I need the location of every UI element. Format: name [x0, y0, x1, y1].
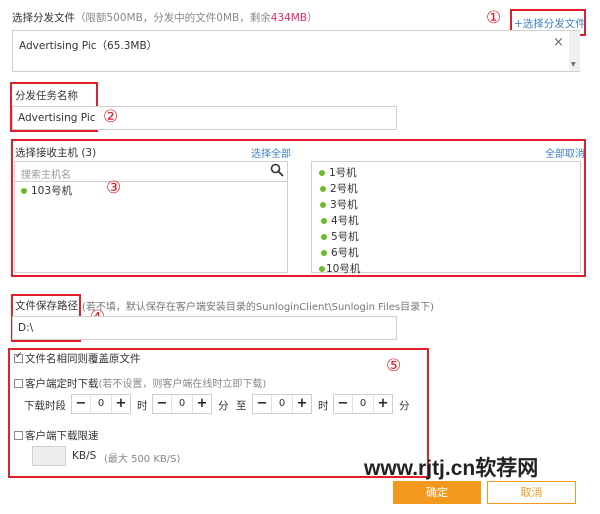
save-path-hint: (若不填，默认保存在客户端安装目录的SunloginClient\Sunlogi… [82, 302, 435, 313]
available-hosts-panel: 搜索主机名 103号机 [14, 161, 288, 273]
end-minute-stepper[interactable]: −0 + [333, 394, 393, 414]
speed-limit-input[interactable] [32, 446, 66, 466]
selected-host-item[interactable]: 5号机 [321, 229, 359, 244]
file-list: Advertising Pic（65.3MB） × ▼ [12, 30, 580, 72]
host-search-placeholder: 搜索主机名 [21, 170, 71, 181]
overwrite-option[interactable]: 文件名相同则覆盖原文件 [14, 351, 141, 366]
file-entry: Advertising Pic（65.3MB） [19, 40, 158, 52]
speed-unit: KB/S [72, 450, 97, 462]
quota-suffix: ） [307, 12, 318, 24]
speed-limit-label: 客户端下载限速 [25, 430, 99, 442]
start-hour-value[interactable]: 0 [90, 395, 112, 413]
remove-file-icon[interactable]: × [553, 35, 564, 50]
confirm-button[interactable]: 确定 [393, 481, 481, 504]
overwrite-label: 文件名相同则覆盖原文件 [25, 353, 141, 365]
selected-host-item[interactable]: 6号机 [321, 245, 359, 260]
start-minute-stepper[interactable]: −0 + [152, 394, 212, 414]
annotation-3: ③ [106, 178, 122, 198]
end-hour-stepper[interactable]: −0 + [252, 394, 312, 414]
add-file-link[interactable]: +选择分发文件 [514, 16, 586, 31]
online-status-icon [319, 266, 325, 272]
online-status-icon [321, 234, 327, 240]
end-hour-value[interactable]: 0 [271, 395, 293, 413]
selected-host-item[interactable]: 2号机 [320, 181, 358, 196]
online-status-icon [320, 202, 326, 208]
speed-limit-hint: (最大 500 KB/S) [104, 454, 181, 465]
minus-icon[interactable]: − [72, 395, 90, 413]
minute-unit: 分 [399, 400, 410, 412]
host-name: 2号机 [330, 183, 358, 195]
quota-remaining: 434MB [270, 12, 308, 24]
scheduled-download-hint: (若不设置，则客户端在线时立即下载) [98, 379, 267, 390]
host-name: 3号机 [330, 199, 358, 211]
to-label: 至 [236, 400, 247, 412]
selected-host-item[interactable]: 3号机 [320, 197, 358, 212]
save-path-label: 文件保存路径 [15, 300, 78, 312]
online-status-icon [320, 186, 326, 192]
overwrite-checkbox[interactable] [14, 351, 23, 363]
annotation-2: ② [103, 107, 119, 127]
available-host-item[interactable]: 103号机 [21, 183, 72, 198]
minus-icon[interactable]: − [153, 395, 171, 413]
host-name: 1号机 [329, 167, 357, 179]
minus-icon[interactable]: − [334, 395, 352, 413]
selected-host-item[interactable]: 1号机 [319, 165, 357, 180]
save-path-input[interactable]: D:\ [12, 316, 397, 340]
host-name: 4号机 [331, 215, 359, 227]
host-name: 5号机 [331, 231, 359, 243]
hosts-label: 选择接收主机 (3) [15, 147, 97, 159]
task-name-value: Advertising Pic [18, 112, 96, 124]
plus-icon[interactable]: + [374, 395, 392, 413]
select-all-link[interactable]: 选择全部 [251, 145, 291, 160]
scheduled-download-checkbox[interactable] [14, 378, 23, 388]
minute-unit: 分 [218, 400, 229, 412]
online-status-icon [319, 170, 325, 176]
annotation-5: ⑤ [386, 356, 402, 376]
download-period-label: 下载时段 [24, 400, 66, 412]
hour-unit: 时 [137, 400, 148, 412]
host-search-input[interactable]: 搜索主机名 [15, 162, 287, 182]
cancel-button[interactable]: 取消 [487, 481, 576, 504]
file-section-label: 选择分发文件（限额500MB，分发中的文件0MB，剩余434MB） [12, 10, 318, 25]
minus-icon[interactable]: − [253, 395, 271, 413]
annotation-1: ① [486, 8, 502, 28]
host-name: 103号机 [31, 185, 73, 197]
online-status-icon [21, 188, 27, 194]
end-minute-value[interactable]: 0 [352, 395, 374, 413]
plus-icon[interactable]: + [193, 395, 211, 413]
online-status-icon [321, 250, 327, 256]
selected-hosts-panel: 1号机 2号机 3号机 4号机 5号机 6号机 10号机 [311, 161, 581, 276]
speed-limit-checkbox[interactable] [14, 430, 23, 440]
quota-prefix: （限额500MB，分发中的文件0MB，剩余 [75, 12, 271, 24]
site-watermark: www.rjtj.cn软荐网 [364, 457, 539, 480]
scheduled-download-label: 客户端定时下载 [25, 378, 99, 390]
hour-unit: 时 [318, 400, 329, 412]
selected-host-item[interactable]: 4号机 [321, 213, 359, 228]
start-minute-value[interactable]: 0 [171, 395, 193, 413]
start-hour-stepper[interactable]: −0 + [71, 394, 131, 414]
host-name: 10号机 [326, 263, 361, 275]
selected-host-item[interactable]: 10号机 [319, 261, 360, 276]
speed-limit-option[interactable]: 客户端下载限速 [14, 428, 99, 443]
search-icon[interactable] [270, 163, 284, 180]
file-section-title: 选择分发文件 [12, 12, 75, 24]
task-name-label: 分发任务名称 [15, 90, 78, 102]
cancel-all-link[interactable]: 全部取消 [545, 145, 585, 160]
scheduled-download-option[interactable]: 客户端定时下载(若不设置，则客户端在线时立即下载) [14, 375, 266, 391]
scroll-down-icon[interactable]: ▼ [571, 61, 576, 68]
task-name-input[interactable]: Advertising Pic [12, 106, 397, 130]
plus-icon[interactable]: + [293, 395, 311, 413]
plus-icon[interactable]: + [112, 395, 130, 413]
online-status-icon [321, 218, 327, 224]
host-name: 6号机 [331, 247, 359, 259]
save-path-value: D:\ [18, 322, 34, 334]
